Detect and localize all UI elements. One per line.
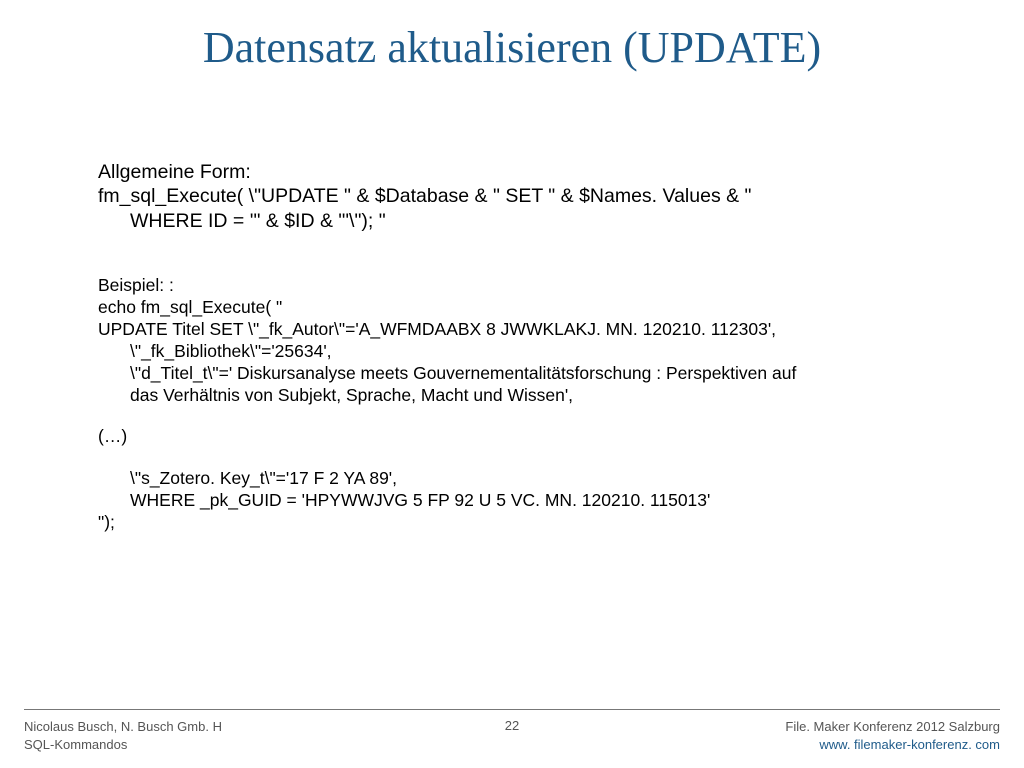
footer-right: File. Maker Konferenz 2012 Salzburg www.… — [785, 718, 1000, 754]
text-line: Allgemeine Form: — [98, 160, 984, 184]
footer-subtitle: SQL-Kommandos — [24, 736, 222, 754]
text-line: das Verhältnis von Subjekt, Sprache, Mac… — [98, 385, 984, 407]
text-line: \"_fk_Bibliothek\"='25634', — [98, 341, 984, 363]
text-line: Beispiel: : — [98, 275, 984, 297]
text-line: \"d_Titel_t\"=' Diskursanalyse meets Gou… — [98, 363, 984, 385]
footer-conference: File. Maker Konferenz 2012 Salzburg — [785, 718, 1000, 736]
text-line: WHERE _pk_GUID = 'HPYWWJVG 5 FP 92 U 5 V… — [98, 490, 984, 512]
text-line: echo fm_sql_Execute( " — [98, 297, 984, 319]
footer-divider — [24, 709, 1000, 710]
example-block: Beispiel: : echo fm_sql_Execute( " UPDAT… — [98, 275, 984, 406]
text-line: \"s_Zotero. Key_t\"='17 F 2 YA 89', — [98, 468, 984, 490]
example-continued-block: \"s_Zotero. Key_t\"='17 F 2 YA 89', WHER… — [98, 468, 984, 534]
text-line: UPDATE Titel SET \"_fk_Autor\"='A_WFMDAA… — [98, 319, 984, 341]
text-line: fm_sql_Execute( \"UPDATE " & $Database &… — [98, 184, 984, 208]
text-line: "); — [98, 512, 984, 534]
text-line: WHERE ID = '" & $ID & "'\"); " — [98, 209, 984, 233]
footer-url: www. filemaker-konferenz. com — [785, 736, 1000, 754]
slide: Datensatz aktualisieren (UPDATE) Allgeme… — [0, 0, 1024, 768]
slide-title: Datensatz aktualisieren (UPDATE) — [0, 0, 1024, 73]
slide-footer: Nicolaus Busch, N. Busch Gmb. H SQL-Komm… — [24, 714, 1000, 758]
slide-body: Allgemeine Form: fm_sql_Execute( \"UPDAT… — [98, 160, 984, 534]
ellipsis-text: (…) — [98, 426, 984, 448]
general-form-block: Allgemeine Form: fm_sql_Execute( \"UPDAT… — [98, 160, 984, 233]
